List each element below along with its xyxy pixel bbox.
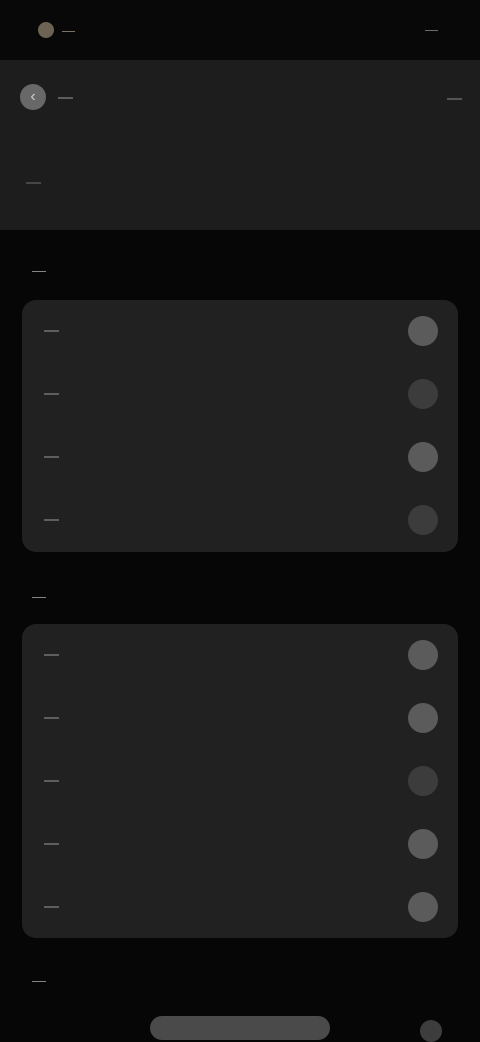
settings-row[interactable]: — (22, 876, 458, 939)
toggle-icon[interactable] (408, 703, 438, 733)
toggle-icon[interactable] (408, 316, 438, 346)
status-right-text: — (425, 22, 438, 37)
toggle-icon[interactable] (408, 640, 438, 670)
row-label: — (44, 835, 59, 852)
row-label: — (44, 448, 59, 465)
settings-row[interactable]: — (22, 363, 458, 426)
section-title: — (32, 972, 46, 988)
settings-card: — — — — (22, 300, 458, 552)
section-title: — (32, 588, 46, 604)
toggle-icon[interactable] (408, 505, 438, 535)
section-title: — (32, 262, 46, 278)
toggle-icon[interactable] (408, 766, 438, 796)
settings-row[interactable]: — (22, 300, 458, 363)
row-label: — (44, 898, 59, 915)
status-bar: — — (0, 0, 480, 60)
back-button[interactable]: ‹ — (20, 84, 73, 110)
header: ‹ — — — (0, 60, 480, 230)
row-label: — (44, 646, 59, 663)
row-label: — (44, 772, 59, 789)
toggle-icon[interactable] (408, 379, 438, 409)
row-label: — (44, 709, 59, 726)
row-label: — (44, 385, 59, 402)
status-left-text: — (62, 22, 75, 38)
chevron-left-icon: ‹ (20, 84, 46, 110)
settings-row[interactable]: — (22, 624, 458, 687)
toggle-icon[interactable] (420, 1020, 442, 1042)
status-left: — (38, 22, 75, 38)
notification-icon (38, 22, 54, 38)
row-label: — (44, 511, 59, 528)
toggle-icon[interactable] (408, 829, 438, 859)
settings-row[interactable]: — (22, 750, 458, 813)
settings-card: — — — — — (22, 624, 458, 938)
settings-row[interactable]: — (22, 813, 458, 876)
back-label: — (58, 88, 73, 106)
settings-row[interactable]: — (22, 426, 458, 489)
settings-row[interactable]: — (22, 489, 458, 552)
page-subtitle: — (26, 174, 41, 191)
toggle-icon[interactable] (408, 892, 438, 922)
toggle-icon[interactable] (408, 442, 438, 472)
header-action-button[interactable]: — (447, 90, 462, 107)
settings-row[interactable]: — (22, 687, 458, 750)
bottom-control[interactable] (150, 1016, 330, 1040)
row-label: — (44, 322, 59, 339)
